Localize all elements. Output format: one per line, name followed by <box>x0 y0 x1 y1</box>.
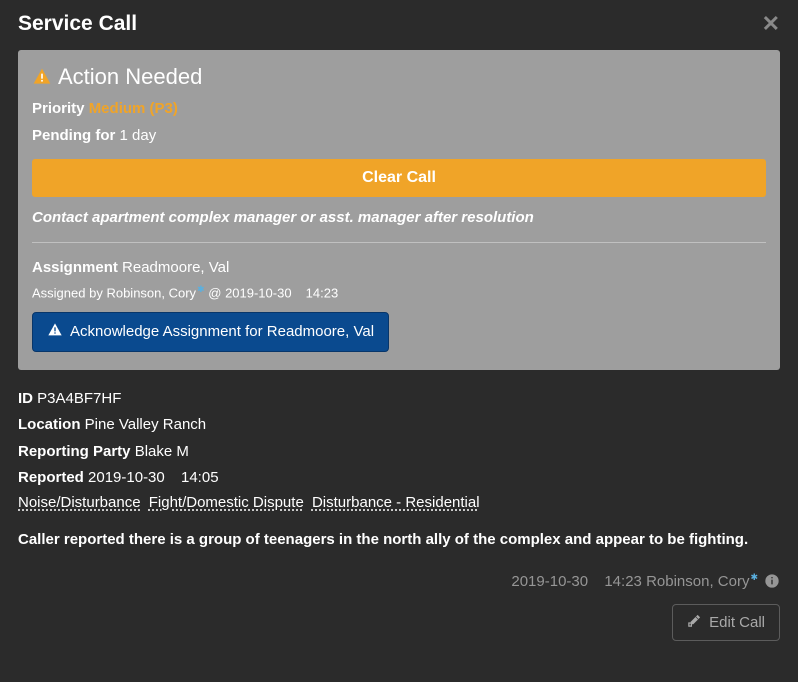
footer-meta: 2019-10-30 14:23 Robinson, Cory✱ <box>18 572 780 590</box>
close-button[interactable]: ✕ <box>762 13 780 35</box>
modal-footer: Edit Call <box>18 604 780 641</box>
priority-label: Priority <box>32 100 85 117</box>
tag[interactable]: Fight/Domestic Dispute <box>149 494 304 511</box>
acknowledge-label: Acknowledge Assignment for Readmoore, Va… <box>70 323 374 340</box>
modal-title: Service Call <box>18 12 137 36</box>
pending-label: Pending for <box>32 127 115 144</box>
warning-icon <box>47 322 63 342</box>
footer-name: Robinson, Cory <box>646 573 749 590</box>
id-label: ID <box>18 390 33 407</box>
tag[interactable]: Disturbance - Residential <box>312 494 480 511</box>
reported-value: 2019-10-30 14:05 <box>88 469 219 486</box>
priority-row: Priority Medium (P3) <box>32 98 766 121</box>
location-value: Pine Valley Ranch <box>85 416 206 433</box>
reporting-party-value: Blake M <box>135 443 189 460</box>
action-note: Contact apartment complex manager or ass… <box>32 209 766 226</box>
tag[interactable]: Noise/Disturbance <box>18 494 141 511</box>
assigned-by-row: Assigned by Robinson, Cory✱ @ 2019-10-30… <box>32 284 766 300</box>
divider <box>32 242 766 243</box>
modal-header: Service Call ✕ <box>0 0 798 50</box>
reported-row: Reported 2019-10-30 14:05 <box>18 467 780 490</box>
edit-call-button[interactable]: Edit Call <box>672 604 780 641</box>
footer-datetime: 2019-10-30 14:23 <box>511 573 642 590</box>
clear-call-button[interactable]: Clear Call <box>32 159 766 197</box>
id-row: ID P3A4BF7HF <box>18 388 780 411</box>
edit-icon <box>687 613 702 632</box>
call-details: ID P3A4BF7HF Location Pine Valley Ranch … <box>18 386 780 643</box>
location-label: Location <box>18 416 81 433</box>
pending-row: Pending for 1 day <box>32 125 766 148</box>
assigned-by-prefix: Assigned by <box>32 285 103 300</box>
acknowledge-button[interactable]: Acknowledge Assignment for Readmoore, Va… <box>32 312 389 352</box>
modal-body: Action Needed Priority Medium (P3) Pendi… <box>0 50 798 682</box>
asterisk-icon: ✱ <box>197 284 205 294</box>
location-row: Location Pine Valley Ranch <box>18 414 780 437</box>
reported-label: Reported <box>18 469 84 486</box>
category-tags: Noise/Disturbance Fight/Domestic Dispute… <box>18 494 780 511</box>
priority-value: Medium (P3) <box>89 100 178 117</box>
assignment-row: Assignment Readmoore, Val <box>32 257 766 280</box>
action-needed-panel: Action Needed Priority Medium (P3) Pendi… <box>18 50 780 370</box>
asterisk-icon: ✱ <box>750 572 758 582</box>
assignment-label: Assignment <box>32 259 118 276</box>
service-call-modal: Service Call ✕ Action Needed Priority <box>0 0 798 682</box>
assignment-value: Readmoore, Val <box>122 259 229 276</box>
edit-call-label: Edit Call <box>709 614 765 631</box>
assigned-by-name: Robinson, Cory <box>106 285 196 300</box>
action-header: Action Needed <box>32 64 766 90</box>
assigned-at-datetime: 2019-10-30 14:23 <box>225 285 338 300</box>
id-value: P3A4BF7HF <box>37 390 121 407</box>
assigned-at-prefix: @ <box>208 285 221 300</box>
reporting-party-label: Reporting Party <box>18 443 131 460</box>
info-icon[interactable] <box>764 573 780 589</box>
pending-value: 1 day <box>120 127 157 144</box>
call-description: Caller reported there is a group of teen… <box>18 529 780 550</box>
warning-icon <box>32 67 52 87</box>
action-title: Action Needed <box>58 64 202 90</box>
close-icon: ✕ <box>762 11 780 36</box>
reporting-party-row: Reporting Party Blake M <box>18 441 780 464</box>
